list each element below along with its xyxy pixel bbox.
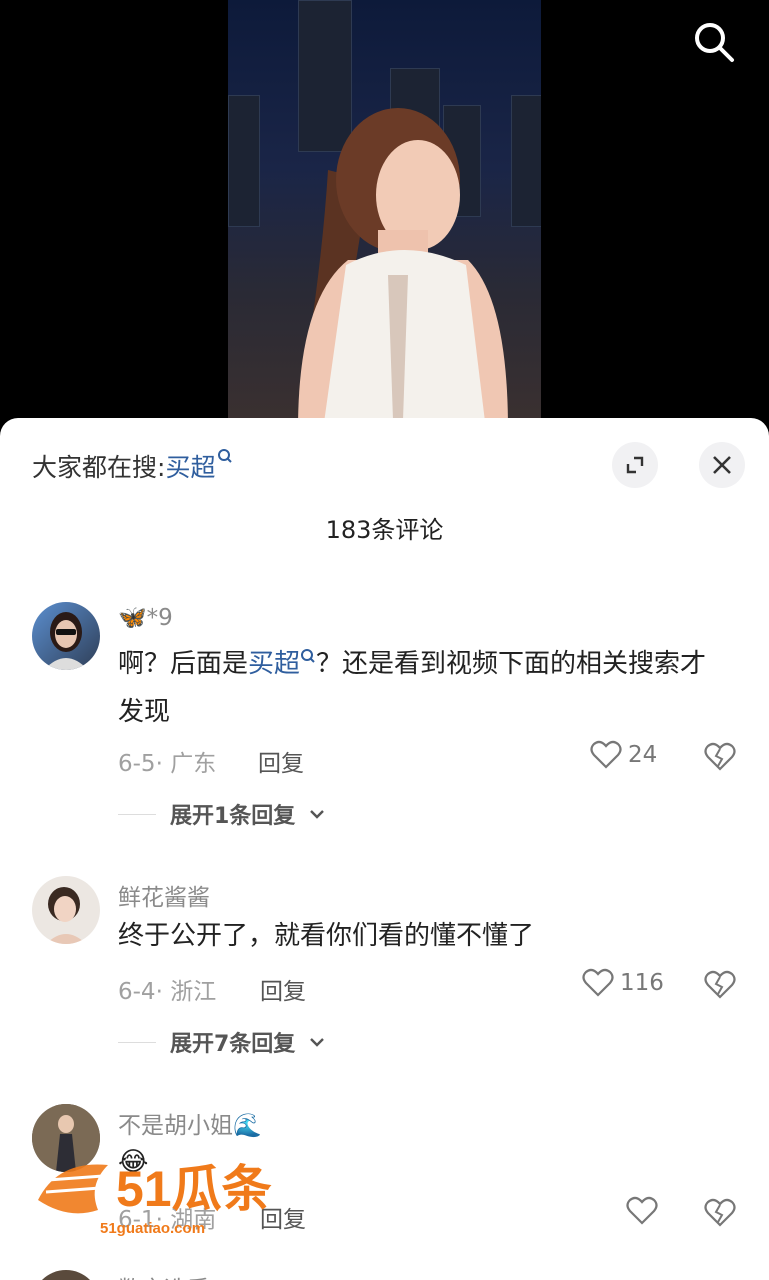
like-button[interactable]: 24: [590, 740, 657, 770]
heart-icon: [582, 968, 614, 997]
avatar[interactable]: [32, 602, 100, 670]
comment-username[interactable]: 数字选手: [118, 1270, 210, 1280]
expand-replies-label: 展开7条回复: [170, 1032, 296, 1057]
background-building: [511, 95, 541, 227]
watermark-logo: 51瓜条 51guatiao.com: [38, 1161, 272, 1237]
like-count: 24: [628, 742, 658, 768]
expand-icon: [626, 456, 644, 474]
like-count: 116: [620, 970, 664, 996]
dislike-button[interactable]: [704, 970, 736, 1004]
watermark-brand: 51瓜条: [116, 1161, 272, 1217]
comment-text-part: 啊？后面是: [118, 649, 249, 679]
broken-heart-icon: [704, 970, 736, 999]
comment-username[interactable]: 🦋*9: [118, 604, 173, 631]
like-button[interactable]: [626, 1196, 664, 1226]
hot-search-term[interactable]: 买超: [165, 453, 215, 482]
chevron-down-icon: [310, 810, 325, 819]
search-small-icon: [218, 449, 233, 463]
broken-heart-icon: [704, 1198, 736, 1227]
video-player[interactable]: [0, 0, 769, 420]
expand-replies-label: 展开1条回复: [170, 804, 296, 829]
close-icon: [713, 456, 731, 474]
watermark-url: 51guatiao.com: [100, 1220, 205, 1237]
comment-text: 终于公开了，就看你们看的懂不懂了: [118, 921, 535, 951]
background-building: [228, 95, 260, 227]
comment-search-term[interactable]: 买超: [248, 649, 300, 679]
comment-count: 183条评论: [325, 516, 444, 544]
heart-icon: [626, 1196, 658, 1225]
comment-text: 啊？后面是买超 ？还是看到视频下面的相关搜索才发现: [118, 640, 728, 736]
expand-fullscreen-button[interactable]: [612, 442, 658, 488]
avatar[interactable]: [32, 876, 100, 944]
comment-username[interactable]: 不是胡小姐🌊: [118, 1106, 262, 1140]
comment-date-region: 6-5· 广东: [118, 751, 217, 777]
search-icon[interactable]: [690, 18, 738, 66]
dislike-button[interactable]: [704, 742, 736, 776]
comment-date-region: 6-4· 浙江: [118, 979, 217, 1005]
reply-button[interactable]: 回复: [258, 744, 304, 778]
person-figure: [298, 108, 508, 420]
hot-search-prefix: 大家都在搜:: [32, 453, 166, 482]
search-small-icon: [301, 649, 315, 663]
comment-username[interactable]: 鲜花酱酱: [118, 878, 210, 912]
like-button[interactable]: 116: [582, 968, 664, 998]
reply-button[interactable]: 回复: [260, 972, 306, 1006]
divider: [118, 1041, 156, 1043]
close-button[interactable]: [699, 442, 745, 488]
video-frame: [228, 0, 541, 420]
expand-replies-button[interactable]: 展开1条回复: [118, 798, 325, 830]
chevron-down-icon: [310, 1038, 325, 1047]
divider: [118, 813, 156, 815]
avatar[interactable]: [32, 1270, 100, 1280]
heart-icon: [590, 740, 622, 769]
dislike-button[interactable]: [704, 1198, 736, 1232]
expand-replies-button[interactable]: 展开7条回复: [118, 1026, 325, 1058]
broken-heart-icon: [704, 742, 736, 771]
hot-search-bar[interactable]: 大家都在搜:买超: [32, 448, 233, 484]
